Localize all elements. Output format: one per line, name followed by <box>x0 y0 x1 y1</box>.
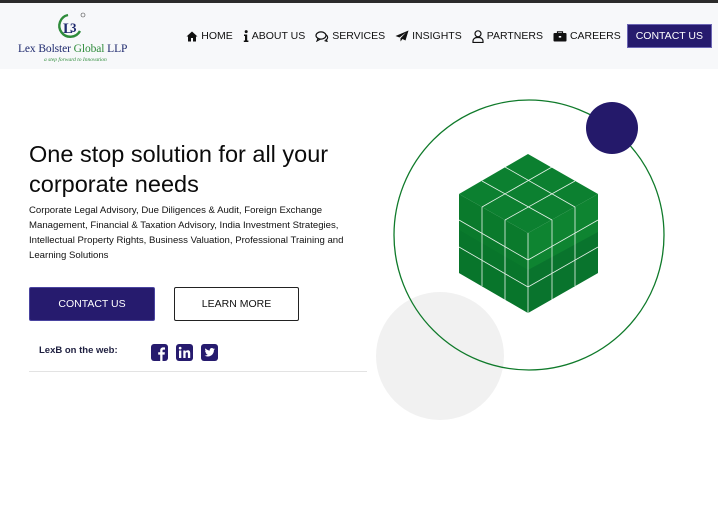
main-nav: HOME ABOUT US SERVICES INSIGHTS PARTNERS… <box>176 24 712 48</box>
brand-name-prefix: Lex Bolster <box>18 43 71 55</box>
nav-home-label: HOME <box>201 30 233 42</box>
nav-home[interactable]: HOME <box>186 30 233 42</box>
nav-about-us[interactable]: ABOUT US <box>243 30 305 42</box>
chat-icon <box>315 30 329 42</box>
social-label: LexB on the web: <box>39 345 118 356</box>
paper-plane-icon <box>395 30 409 42</box>
nav-careers[interactable]: CAREERS <box>553 30 621 42</box>
section-divider <box>29 371 367 372</box>
learn-more-button[interactable]: LEARN MORE <box>174 287 299 321</box>
nav-partners-label: PARTNERS <box>486 30 543 42</box>
facebook-icon[interactable] <box>151 344 168 361</box>
briefcase-icon <box>553 30 567 41</box>
nav-contact-us-button[interactable]: CONTACT US <box>626 24 712 48</box>
svg-text:3: 3 <box>70 20 77 35</box>
brand-name: Lex Bolster Global LLP <box>18 43 127 55</box>
twitter-icon[interactable] <box>201 344 218 361</box>
contact-us-button[interactable]: CONTACT US <box>29 287 155 321</box>
hero-description: Corporate Legal Advisory, Due Diligences… <box>29 205 344 261</box>
nav-about-us-label: ABOUT US <box>251 30 306 42</box>
light-gray-circle <box>376 292 504 420</box>
nav-services[interactable]: SERVICES <box>315 30 385 42</box>
navy-circle <box>586 102 638 154</box>
green-outline-circle <box>393 99 665 371</box>
nav-services-label: SERVICES <box>332 30 386 42</box>
nav-contact-us-label: CONTACT US <box>635 30 703 42</box>
brand-name-highlight: Global <box>73 43 105 55</box>
brand-name-suffix: LLP <box>107 43 128 55</box>
site-header: L 3 Lex Bolster Global LLP a step forwar… <box>0 3 718 69</box>
logo-mark-icon: L 3 <box>58 12 86 38</box>
contact-us-button-label: CONTACT US <box>58 298 126 310</box>
nav-insights[interactable]: INSIGHTS <box>395 30 462 42</box>
green-cube-graphic <box>458 154 599 313</box>
brand-tagline: a step forward to Innovation <box>44 57 107 63</box>
nav-insights-label: INSIGHTS <box>412 30 462 42</box>
learn-more-button-label: LEARN MORE <box>201 298 272 310</box>
nav-partners[interactable]: PARTNERS <box>472 29 543 43</box>
user-icon <box>472 29 484 43</box>
brand-logo[interactable]: L 3 Lex Bolster Global LLP a step forwar… <box>18 9 127 65</box>
hero-title: One stop solution for all your corporate… <box>29 141 329 197</box>
nav-careers-label: CAREERS <box>569 30 621 42</box>
home-icon <box>186 31 198 41</box>
linkedin-icon[interactable] <box>176 344 193 361</box>
info-icon <box>243 30 249 42</box>
